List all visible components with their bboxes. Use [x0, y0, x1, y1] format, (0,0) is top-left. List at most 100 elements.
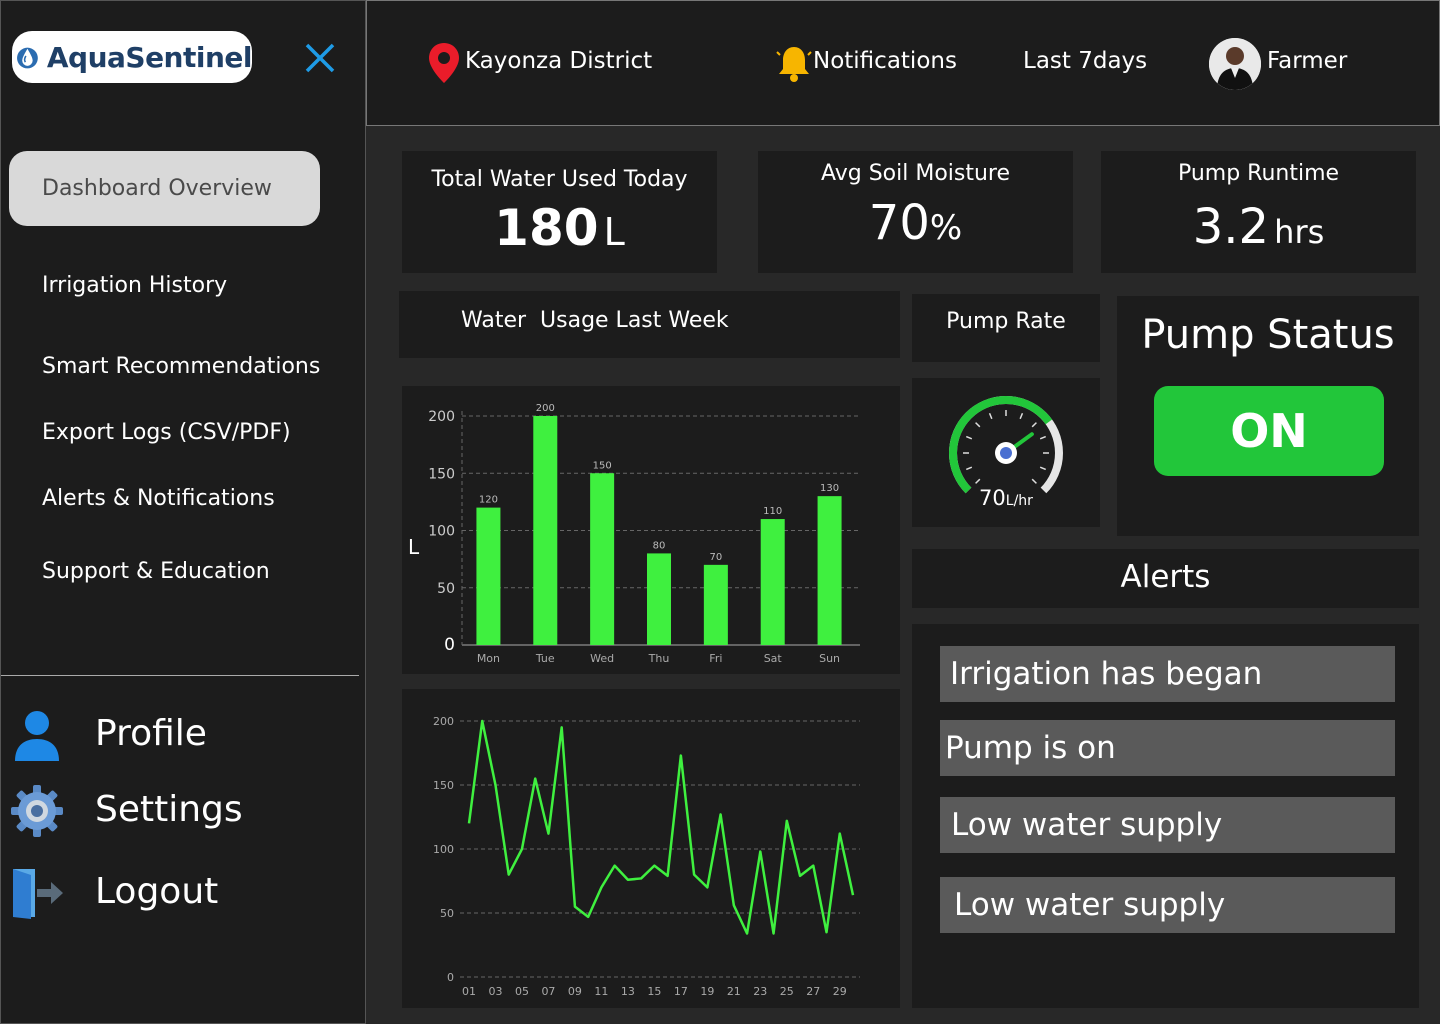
logout-icon [13, 869, 63, 919]
gauge-tick [1019, 412, 1024, 420]
pump-rate-title-panel: Pump Rate [912, 294, 1100, 362]
gear-icon [11, 785, 63, 837]
gauge-tick [1039, 435, 1047, 440]
x-tick-label: 25 [780, 985, 794, 998]
x-tick-label: 21 [727, 985, 741, 998]
pump-runtime-card: Pump Runtime 3.2 hrs [1101, 151, 1416, 273]
settings-link[interactable]: Settings [9, 783, 243, 839]
date-range-selector[interactable]: Last 7days [1023, 48, 1147, 74]
location-pin-icon [429, 43, 459, 83]
nav-export-logs[interactable]: Export Logs (CSV/PDF) [42, 420, 291, 445]
top-header: Kayonza District Notifications Last 7day… [366, 0, 1440, 126]
user-name[interactable]: Farmer [1267, 48, 1347, 74]
gauge-tick [1039, 466, 1047, 471]
avatar[interactable] [1209, 38, 1261, 90]
x-tick-label: Thu [648, 652, 670, 665]
y-tick-label: 200 [433, 715, 454, 728]
y-tick-label: 150 [428, 466, 455, 482]
x-tick-label: 19 [700, 985, 714, 998]
soil-moisture-card: Avg Soil Moisture 70% [758, 151, 1073, 273]
soil-moisture-title: Avg Soil Moisture [820, 161, 1011, 186]
location-label[interactable]: Kayonza District [465, 48, 652, 74]
app-logo[interactable]: AquaSentinel [12, 31, 253, 83]
alert-item[interactable]: Low water supply [940, 877, 1395, 933]
nav-smart-recommendations[interactable]: Smart Recommendations [42, 354, 320, 379]
gauge-tick [1031, 422, 1037, 428]
app-name: AquaSentinel [46, 40, 253, 74]
alert-item[interactable]: Irrigation has began [940, 646, 1395, 702]
soil-moisture-unit: % [929, 208, 963, 248]
water-drop-icon [17, 47, 38, 69]
gauge-tick [1031, 478, 1037, 484]
alerts-title: Alerts [1120, 559, 1211, 595]
pump-rate-gauge-panel: 70L/hr [912, 378, 1100, 527]
total-water-title: Total Water Used Today [431, 167, 688, 192]
line-chart-panel: 0 50 100 150 200 01 03 05 07 09 11 13 15 17 19 21 23 25 27… [402, 689, 900, 1008]
bar-data-label: 200 [536, 403, 555, 414]
x-tick-label: 05 [515, 985, 529, 998]
y-axis-label: L [408, 535, 420, 559]
bar [703, 564, 728, 645]
bar-chart-panel: 0 50 100 150 200 L 120 Mon 200 Tue 150 Wed 80 Thu 70 Fr… [402, 386, 900, 674]
x-tick-label: 01 [462, 985, 476, 998]
notifications-link[interactable]: Notifications [813, 48, 957, 74]
y-tick-label: 50 [440, 907, 454, 920]
pump-rate-readout: 70L/hr [912, 486, 1100, 510]
bell-icon[interactable] [776, 43, 812, 83]
bar [817, 496, 842, 645]
logout-link[interactable]: Logout [9, 865, 218, 921]
x-tick-label: Sun [819, 652, 840, 665]
nav-dashboard-overview[interactable]: Dashboard Overview [9, 151, 320, 226]
logout-label: Logout [95, 871, 219, 912]
series-line [467, 719, 855, 935]
x-tick-label: 09 [568, 985, 582, 998]
x-tick-label: 23 [753, 985, 767, 998]
bar [647, 553, 671, 645]
x-tick-label: Sat [764, 652, 783, 665]
nav-support-education[interactable]: Support & Education [42, 559, 270, 584]
total-water-value: 180 L [402, 199, 717, 257]
alerts-title-panel: Alerts [912, 549, 1419, 608]
y-tick-label: 150 [433, 779, 454, 792]
x-tick-label: 03 [488, 985, 502, 998]
y-tick-label: 0 [444, 635, 455, 655]
soil-moisture-value: 70% [758, 195, 1073, 251]
x-tick-label: 27 [806, 985, 820, 998]
total-water-unit: L [603, 210, 625, 254]
x-tick-label: 29 [833, 985, 847, 998]
bar [476, 507, 501, 645]
weekly-usage-bar-chart: 0 50 100 150 200 L 120 Mon 200 Tue 150 Wed 80 Thu 70 Fr… [408, 403, 860, 665]
pump-runtime-number: 3.2 [1192, 199, 1270, 255]
alert-item[interactable]: Low water supply [940, 797, 1395, 853]
x-tick-label: 13 [621, 985, 635, 998]
gauge-tick [965, 466, 973, 471]
nav-alerts-notifications[interactable]: Alerts & Notifications [42, 486, 275, 511]
x-tick-label: 07 [541, 985, 555, 998]
bar [760, 519, 785, 645]
bar-data-label: 110 [763, 506, 782, 517]
total-water-card: Total Water Used Today 180 L [402, 151, 717, 273]
pump-status-title: Pump Status [1141, 312, 1395, 358]
gauge-tick [988, 412, 993, 420]
bar [590, 473, 615, 645]
profile-label: Profile [95, 713, 207, 754]
sidebar-divider [1, 675, 359, 676]
y-tick-label: 200 [428, 409, 455, 425]
profile-link[interactable]: Profile [9, 707, 207, 763]
nav-irrigation-history[interactable]: Irrigation History [42, 273, 227, 298]
settings-label: Settings [95, 789, 243, 830]
daily-usage-line-chart: 0 50 100 150 200 01 03 05 07 09 11 13 15 17 19 21 23 25 27… [433, 715, 860, 998]
pump-runtime-unit: hrs [1274, 213, 1325, 251]
total-water-number: 180 [494, 199, 599, 257]
y-tick-label: 50 [437, 581, 455, 597]
gauge-tick [975, 422, 981, 428]
x-tick-label: 15 [647, 985, 661, 998]
y-tick-label: 100 [433, 843, 454, 856]
close-icon[interactable] [301, 39, 339, 77]
soil-moisture-number: 70 [868, 195, 930, 251]
alert-item[interactable]: Pump is on [940, 720, 1395, 776]
gauge-hub-center [1000, 447, 1012, 459]
x-tick-label: 17 [674, 985, 688, 998]
pump-rate-unit: L/hr [1005, 493, 1033, 509]
pump-toggle-button[interactable]: ON [1154, 386, 1384, 476]
